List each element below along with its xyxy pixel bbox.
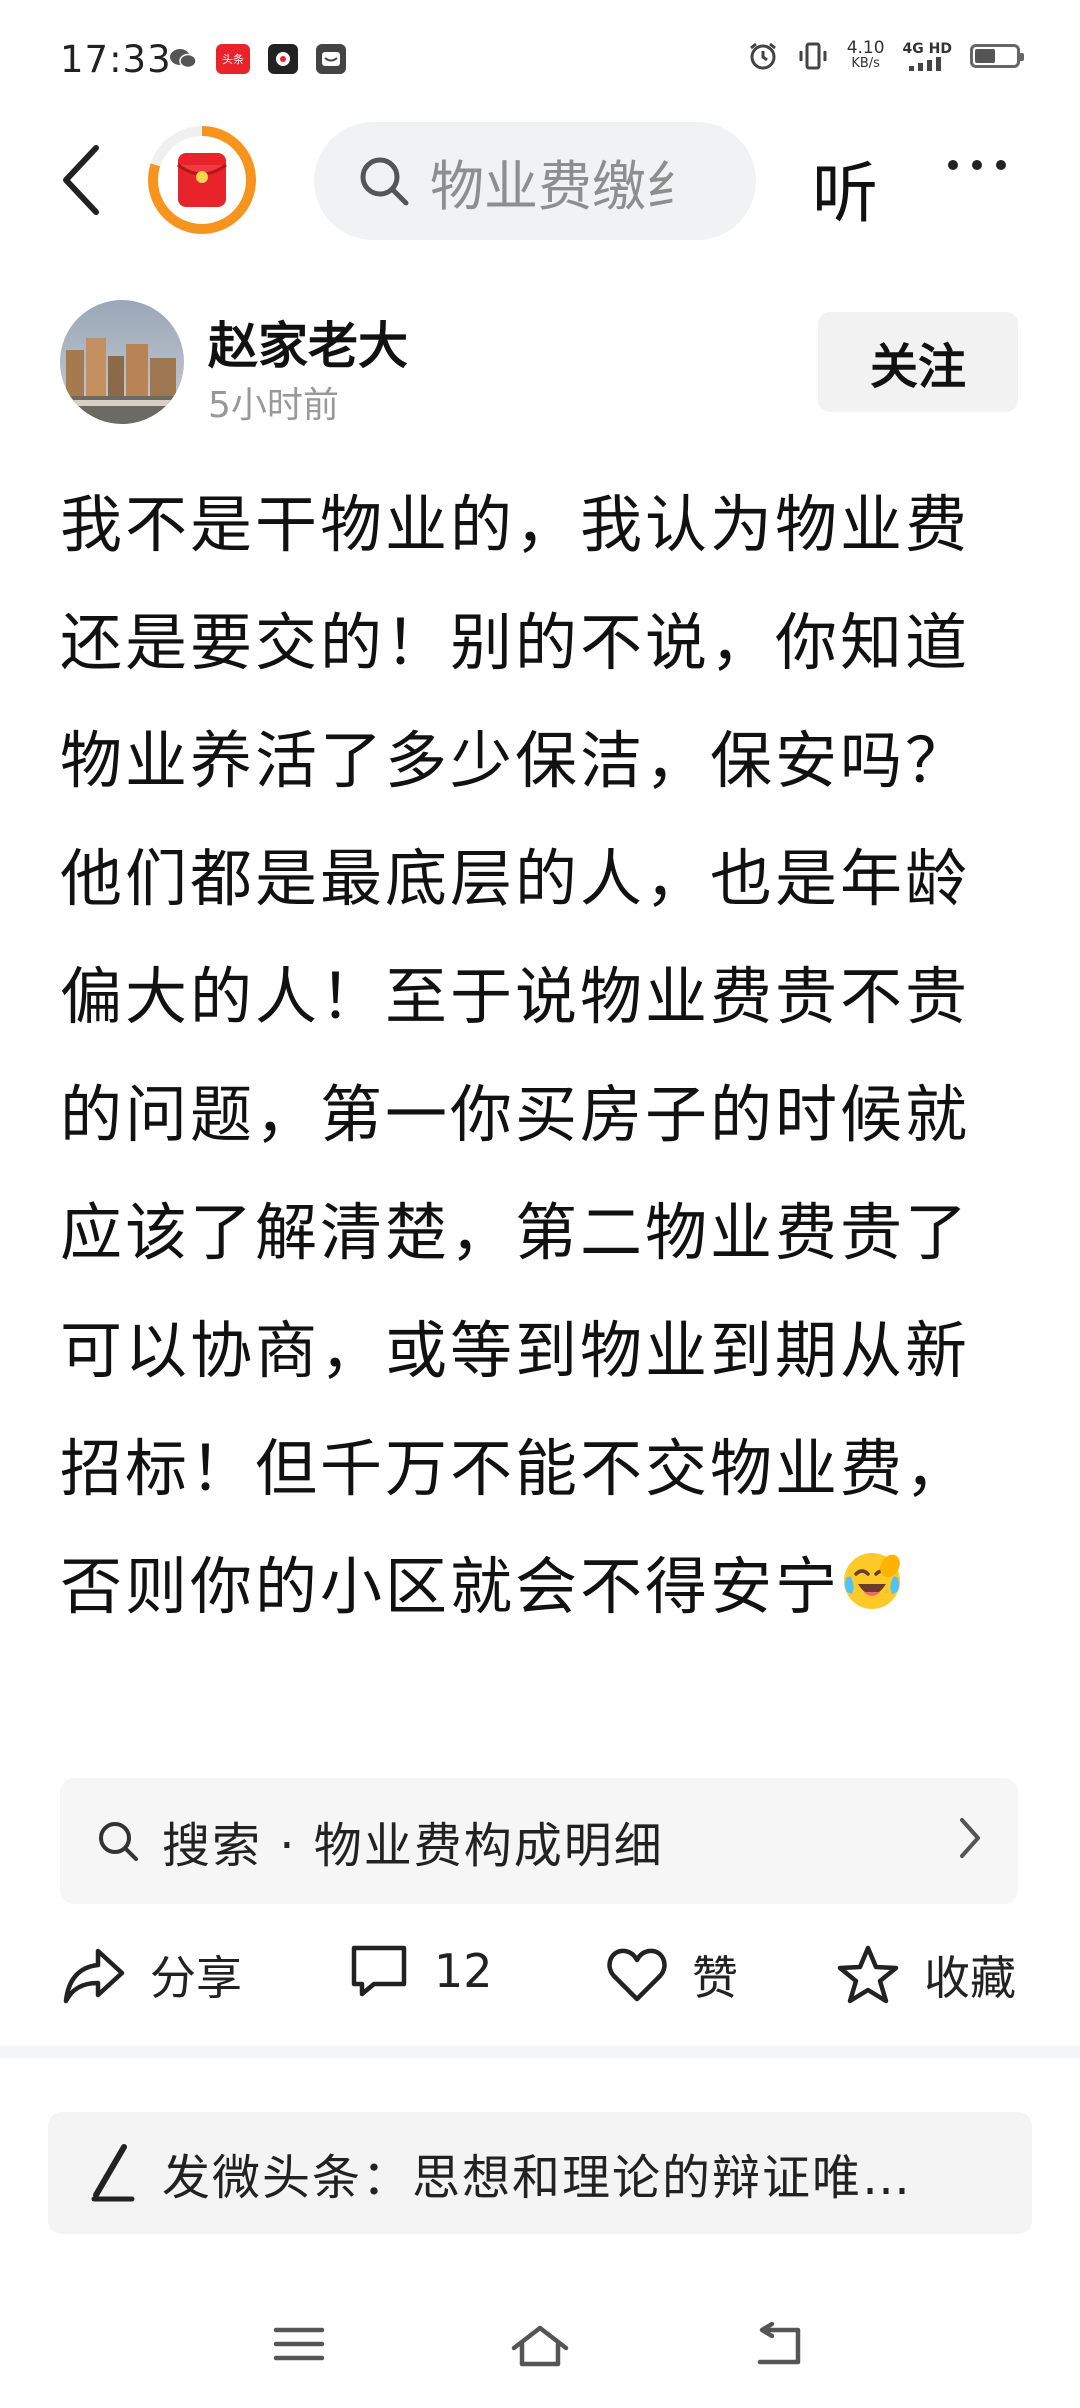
compose-post-bar[interactable]: 发微头条：思想和理论的辩证唯… [48,2112,1032,2234]
red-packet-inner [158,136,246,224]
follow-button[interactable]: 关注 [818,312,1018,412]
network-type: 4G HD [902,40,952,57]
return-icon [757,2321,801,2365]
avatar-image [60,300,184,424]
share-icon [63,1948,125,2004]
home-nav-button[interactable] [508,2322,572,2374]
share-button[interactable]: 分享 [62,1942,242,2008]
menu-icon [273,2327,325,2361]
comment-count: 12 [434,1944,493,1998]
top-nav: 物业费缴纟 听 [0,120,1080,242]
laughing-crying-emoji-icon [840,1532,904,1650]
wechat-icon [168,44,198,74]
back-button[interactable] [50,140,110,220]
battery-fill [975,49,995,63]
status-time: 17:33 [60,38,172,81]
author-row: 赵家老大 5小时前 关注 [0,290,1080,430]
status-bar: 17:33 头条 4.10 KB/s 4G HD [0,0,1080,120]
pen-icon [91,2144,135,2202]
search-suggestion-bar[interactable]: 搜索 · 物业费构成明细 [60,1778,1018,1904]
net-speed-value: 4.10 [846,38,885,58]
notification-icons: 头条 [168,44,346,74]
more-dot [996,160,1006,170]
heart-icon [607,1948,667,2002]
system-nav-bar [0,2300,1080,2400]
chevron-right-icon [960,1818,980,1858]
search-icon [99,1822,138,1861]
more-dot [948,160,958,170]
back-nav-button[interactable] [752,2321,808,2374]
red-envelope-icon [177,153,227,207]
share-label: 分享 [150,1951,242,2005]
net-speed: 4.10 KB/s [847,40,885,72]
favorite-button[interactable]: 收藏 [836,1942,1016,2008]
menu-nav-button[interactable] [272,2322,326,2370]
toutiao-app-label: 头条 [222,53,244,66]
more-options-button[interactable] [948,160,1006,170]
video-app-icon [268,44,298,74]
battery-icon [970,44,1024,68]
alarm-icon [749,42,776,70]
red-packet-button[interactable] [148,126,256,234]
action-bar: 分享 12 赞 收藏 [0,1930,1080,2030]
system-status-icons: 4.10 KB/s 4G HD [747,40,1024,72]
post-text: 我不是干物业的，我认为物业费还是要交的！别的不说，你知道物业养活了多少保洁，保安… [60,488,971,1623]
favorite-label: 收藏 [924,1951,1016,2005]
star-icon [837,1945,899,2004]
search-icon [360,157,409,206]
home-icon [511,2325,569,2367]
compose-prompt-text: 发微头条：思想和理论的辩证唯… [162,2150,913,2206]
signal-icon [909,56,942,71]
message-app-icon [316,44,346,74]
avatar[interactable] [60,300,184,424]
post-time: 5小时前 [208,385,339,426]
chevron-left-icon [63,145,99,215]
net-speed-unit: KB/s [851,56,880,71]
search-bar[interactable]: 物业费缴纟 [314,122,756,240]
listen-button[interactable]: 听 [812,140,878,236]
toutiao-app-icon: 头条 [216,44,250,74]
like-label: 赞 [692,1951,738,2005]
post-body: 我不是干物业的，我认为物业费还是要交的！别的不说，你知道物业养活了多少保洁，保安… [60,466,1010,1650]
more-dot [972,160,982,170]
search-query-text: 物业费缴纟 [430,154,700,218]
section-divider [0,2046,1080,2058]
comment-icon [351,1945,407,1997]
author-name[interactable]: 赵家老大 [208,306,408,378]
signal-block: 4G HD [902,40,952,71]
like-button[interactable]: 赞 [606,1942,738,2008]
search-suggestion-text: 搜索 · 物业费构成明细 [162,1818,664,1874]
comment-button[interactable]: 12 [348,1942,493,2000]
vibrate-icon [799,42,827,70]
